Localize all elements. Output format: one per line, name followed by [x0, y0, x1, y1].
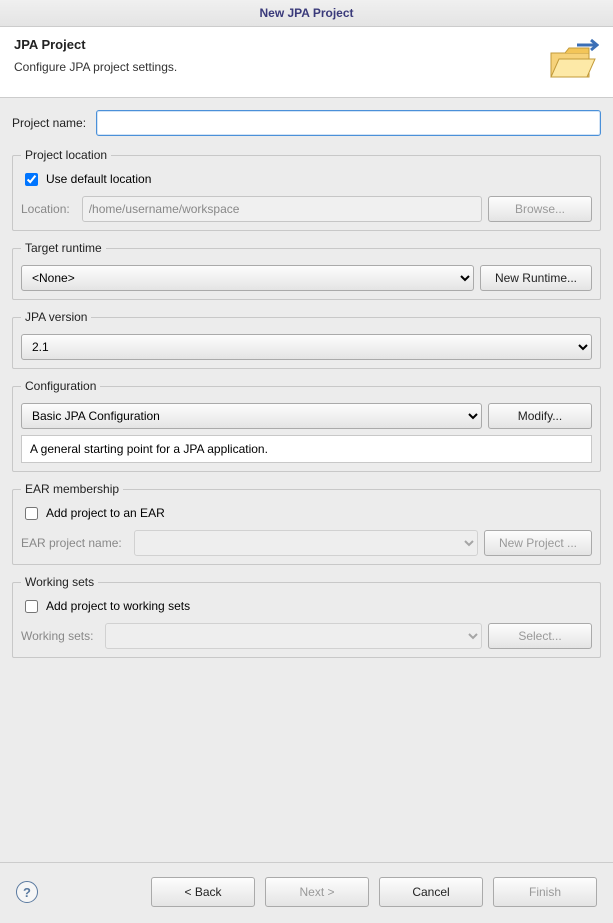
project-name-input[interactable] — [96, 110, 601, 136]
use-default-location-label: Use default location — [46, 172, 151, 186]
working-sets-label: Working sets: — [21, 629, 93, 643]
add-to-working-sets-checkbox[interactable] — [25, 600, 38, 613]
project-location-legend: Project location — [21, 148, 111, 162]
jpa-version-legend: JPA version — [21, 310, 91, 324]
project-name-label: Project name: — [12, 116, 86, 130]
ear-project-name-label: EAR project name: — [21, 536, 122, 550]
add-to-ear-checkbox[interactable] — [25, 507, 38, 520]
ear-membership-group: EAR membership Add project to an EAR EAR… — [12, 482, 601, 565]
select-working-sets-button: Select... — [488, 623, 592, 649]
target-runtime-legend: Target runtime — [21, 241, 106, 255]
add-to-working-sets-label: Add project to working sets — [46, 599, 190, 613]
configuration-select[interactable]: Basic JPA Configuration — [21, 403, 482, 429]
window-titlebar: New JPA Project — [0, 0, 613, 27]
page-title: JPA Project — [14, 37, 547, 52]
wizard-footer: ? < Back Next > Cancel Finish — [0, 862, 613, 923]
help-icon[interactable]: ? — [16, 881, 38, 903]
project-location-group: Project location Use default location Lo… — [12, 148, 601, 231]
browse-button: Browse... — [488, 196, 592, 222]
target-runtime-group: Target runtime <None> New Runtime... — [12, 241, 601, 300]
back-button[interactable]: < Back — [151, 877, 255, 907]
page-subtitle: Configure JPA project settings. — [14, 60, 547, 74]
working-sets-select — [105, 623, 482, 649]
new-runtime-button[interactable]: New Runtime... — [480, 265, 592, 291]
working-sets-group: Working sets Add project to working sets… — [12, 575, 601, 658]
folder-icon — [547, 37, 599, 83]
jpa-version-select[interactable]: 2.1 — [21, 334, 592, 360]
window-title: New JPA Project — [259, 6, 353, 20]
next-button: Next > — [265, 877, 369, 907]
wizard-header: JPA Project Configure JPA project settin… — [0, 27, 613, 98]
location-label: Location: — [21, 202, 70, 216]
cancel-button[interactable]: Cancel — [379, 877, 483, 907]
configuration-group: Configuration Basic JPA Configuration Mo… — [12, 379, 601, 472]
add-to-ear-label: Add project to an EAR — [46, 506, 165, 520]
working-sets-legend: Working sets — [21, 575, 98, 589]
modify-button[interactable]: Modify... — [488, 403, 592, 429]
new-project-button: New Project ... — [484, 530, 592, 556]
target-runtime-select[interactable]: <None> — [21, 265, 474, 291]
project-name-row: Project name: — [12, 110, 601, 136]
use-default-location-checkbox[interactable] — [25, 173, 38, 186]
location-input — [82, 196, 482, 222]
ear-project-name-select — [134, 530, 478, 556]
jpa-version-group: JPA version 2.1 — [12, 310, 601, 369]
configuration-legend: Configuration — [21, 379, 100, 393]
wizard-content: Project name: Project location Use defau… — [0, 98, 613, 862]
configuration-description: A general starting point for a JPA appli… — [21, 435, 592, 463]
ear-membership-legend: EAR membership — [21, 482, 123, 496]
finish-button: Finish — [493, 877, 597, 907]
